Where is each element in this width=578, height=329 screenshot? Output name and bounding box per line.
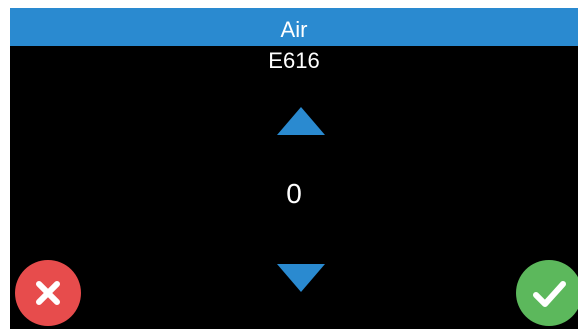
close-icon: [36, 281, 60, 305]
screen: Air E616 0: [10, 8, 578, 329]
triangle-up-icon: [277, 107, 325, 135]
decrease-button[interactable]: [277, 264, 325, 292]
value-display: 0: [286, 178, 302, 209]
confirm-button[interactable]: [516, 260, 578, 326]
title-bar: Air: [10, 8, 578, 46]
checkmark-icon: [533, 281, 566, 307]
code-label: E616: [268, 48, 320, 73]
page-title: Air: [280, 17, 308, 42]
triangle-down-icon: [277, 264, 325, 292]
cancel-button[interactable]: [15, 260, 81, 326]
increase-button[interactable]: [277, 107, 325, 135]
